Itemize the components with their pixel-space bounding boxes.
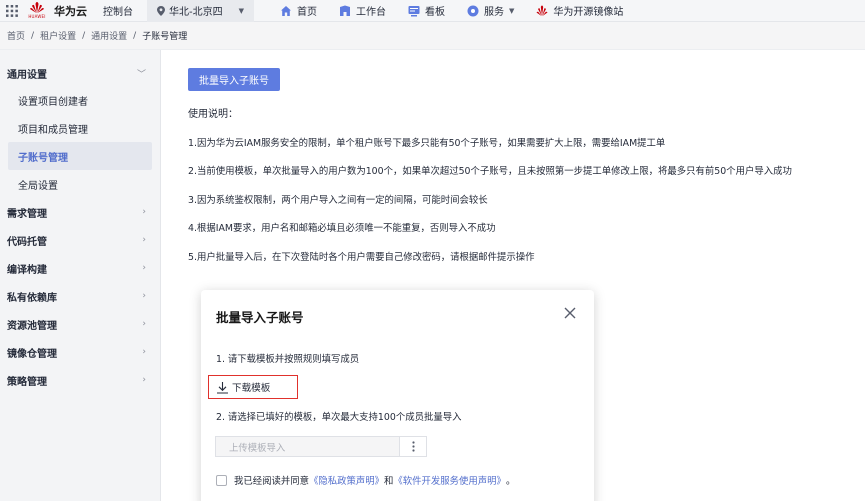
- step1-text: 1. 请下载模板并按照规则填写成员: [216, 354, 360, 365]
- agree-checkbox[interactable]: [216, 474, 227, 486]
- huawei-logo-icon: HUAWEI: [26, 1, 48, 20]
- nav-home[interactable]: 首页: [280, 3, 317, 18]
- region-selector[interactable]: 华北-北京四 ▼: [147, 0, 254, 22]
- batch-import-dialog: 批量导入子账号 1. 请下载模板并按照规则填写成员 下载模板 2. 请选择已填好…: [201, 290, 594, 501]
- chevron-right-icon: ›: [142, 263, 146, 273]
- breadcrumb-home[interactable]: 首页: [7, 29, 25, 42]
- nav-workbench[interactable]: 工作台: [339, 3, 386, 18]
- usage-line: 5.用户批量导入后，在下次登陆时各个用户需要自己修改密码，请根据邮件提示操作: [188, 252, 535, 263]
- more-vertical-icon: [411, 441, 415, 452]
- sidebar-group-label: 资源池管理: [7, 320, 57, 332]
- home-icon: [281, 5, 291, 16]
- top-navbar: HUAWEI 华为云 控制台 华北-北京四 ▼ 首页 工作台 看板 服务 ▼ 华…: [0, 0, 865, 22]
- sidebar-group-code-hosting[interactable]: 代码托管 ›: [0, 226, 160, 254]
- nav-dashboard[interactable]: 看板: [408, 3, 445, 18]
- services-icon: [467, 5, 479, 16]
- chevron-right-icon: ›: [142, 375, 146, 385]
- batch-import-button[interactable]: 批量导入子账号: [188, 68, 280, 91]
- sidebar-item-label: 设置项目创建者: [18, 96, 88, 108]
- region-label: 华北-北京四: [169, 7, 223, 18]
- sidebar-group-image-repo[interactable]: 镜像仓管理 ›: [0, 338, 160, 366]
- download-icon: [217, 381, 228, 394]
- caret-down-icon: ▼: [238, 6, 244, 15]
- sidebar-group-label: 代码托管: [7, 236, 47, 248]
- breadcrumb: 首页 / 租户设置 / 通用设置 / 子账号管理: [0, 22, 865, 50]
- sidebar-item-label: 全局设置: [18, 180, 58, 192]
- nav-services-label: 服务: [484, 7, 504, 18]
- breadcrumb-separator: /: [82, 30, 86, 41]
- agree-prefix: 我已经阅读并同意: [234, 476, 310, 487]
- sidebar-item-project-creator[interactable]: 设置项目创建者: [0, 86, 160, 114]
- agree-suffix: 。: [505, 476, 516, 487]
- sidebar-group-build[interactable]: 编译构建 ›: [0, 254, 160, 282]
- agree-and: 和: [384, 476, 394, 487]
- nav-dashboard-label: 看板: [425, 7, 445, 18]
- upload-template-input[interactable]: 上传模板导入: [215, 436, 400, 457]
- brand-name: 华为云: [54, 4, 87, 18]
- sidebar-group-general-settings[interactable]: 通用设置 ﹀: [0, 60, 160, 86]
- nav-home-label: 首页: [297, 7, 317, 18]
- chevron-right-icon: ›: [142, 235, 146, 245]
- nav-mirror-site-label: 华为开源镜像站: [553, 7, 624, 18]
- nav-workbench-label: 工作台: [356, 7, 386, 18]
- dashboard-icon: [408, 5, 420, 16]
- download-template-label: 下载模板: [232, 383, 271, 394]
- upload-more-button[interactable]: [400, 436, 427, 457]
- sidebar-group-policy[interactable]: 策略管理 ›: [0, 366, 160, 394]
- sidebar-item-label: 子账号管理: [18, 152, 68, 164]
- chevron-right-icon: ›: [142, 291, 146, 301]
- sidebar-group-private-deps[interactable]: 私有依赖库 ›: [0, 282, 160, 310]
- breadcrumb-tenant-settings[interactable]: 租户设置: [40, 29, 76, 42]
- workbench-icon: [340, 5, 350, 16]
- sidebar-group-requirements[interactable]: 需求管理 ›: [0, 198, 160, 226]
- service-terms-link[interactable]: 《软件开发服务使用声明》: [393, 473, 506, 487]
- sidebar-group-label: 镜像仓管理: [7, 348, 57, 360]
- breadcrumb-current: 子账号管理: [142, 32, 188, 42]
- chevron-right-icon: ›: [142, 347, 146, 357]
- sidebar-group-label: 编译构建: [7, 264, 47, 276]
- nav-services[interactable]: 服务 ▼: [467, 3, 514, 18]
- dialog-title: 批量导入子账号: [216, 310, 304, 325]
- sidebar: 通用设置 ﹀ 设置项目创建者 项目和成员管理 子账号管理 全局设置 需求管理 › …: [0, 50, 161, 501]
- sidebar-group-label: 私有依赖库: [7, 292, 57, 304]
- logo-wordmark: HUAWEI: [28, 13, 46, 19]
- usage-line: 1.因为华为云IAM服务安全的限制，单个租户账号下最多只能有50个子账号，如果需…: [188, 138, 666, 149]
- location-pin-icon: [157, 5, 165, 16]
- usage-title: 使用说明：: [188, 109, 238, 120]
- chevron-right-icon: ›: [142, 319, 146, 329]
- usage-line: 2.当前使用模板，单次批量导入的用户数为100个，如果单次超过50个子账号，且未…: [188, 166, 792, 177]
- nav-mirror-site[interactable]: 华为开源镜像站: [536, 3, 623, 18]
- console-link[interactable]: 控制台: [103, 3, 133, 18]
- chevron-up-icon: ﹀: [136, 69, 146, 80]
- sidebar-item-sub-accounts[interactable]: 子账号管理: [8, 142, 152, 170]
- app-grid-icon[interactable]: [2, 0, 22, 22]
- privacy-policy-link[interactable]: 《隐私政策声明》: [309, 473, 384, 487]
- sidebar-group-label: 需求管理: [7, 208, 47, 220]
- breadcrumb-general-settings[interactable]: 通用设置: [91, 29, 127, 42]
- step2-text: 2. 请选择已填好的模板，单次最大支持100个成员批量导入: [216, 412, 462, 423]
- breadcrumb-separator: /: [31, 30, 35, 41]
- huawei-cloud-logo[interactable]: HUAWEI 华为云: [26, 1, 87, 20]
- download-template-button[interactable]: 下载模板: [208, 375, 298, 399]
- sidebar-item-label: 项目和成员管理: [18, 124, 88, 136]
- sidebar-group-label: 策略管理: [7, 376, 47, 388]
- close-icon[interactable]: [563, 306, 577, 320]
- sidebar-group-label: 通用设置: [7, 69, 47, 81]
- sidebar-item-global-settings[interactable]: 全局设置: [0, 170, 160, 198]
- breadcrumb-separator: /: [133, 30, 137, 41]
- usage-line: 4.根据IAM要求，用户名和邮箱必填且必须唯一不能重复，否则导入不成功: [188, 223, 496, 234]
- huawei-mirror-icon: [536, 5, 548, 16]
- upload-row: 上传模板导入: [215, 436, 427, 457]
- usage-line: 3.因为系统鉴权限制，两个用户导入之间有一定的间隔，可能时间会较长: [188, 195, 488, 206]
- caret-down-icon: ▼: [509, 6, 515, 15]
- chevron-right-icon: ›: [142, 207, 146, 217]
- sidebar-group-resource-pool[interactable]: 资源池管理 ›: [0, 310, 160, 338]
- agreement-row: 我已经阅读并同意 《隐私政策声明》 和 《软件开发服务使用声明》 。: [216, 473, 515, 487]
- sidebar-item-project-members[interactable]: 项目和成员管理: [0, 114, 160, 142]
